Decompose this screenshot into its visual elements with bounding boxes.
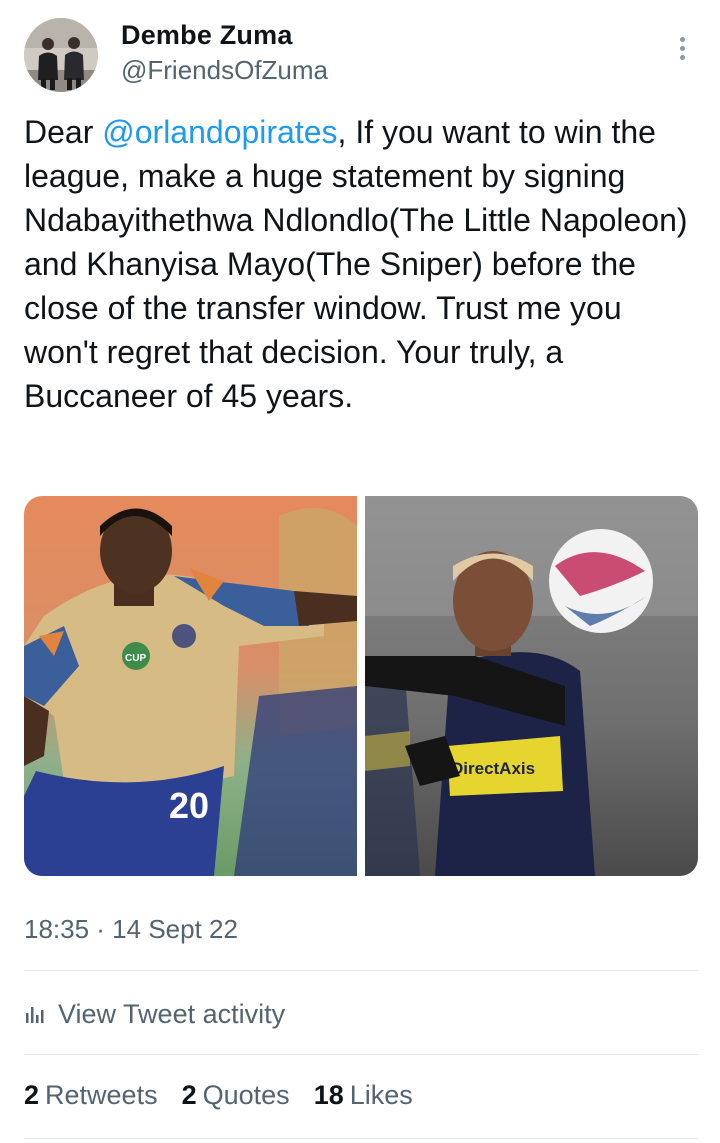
retweets-count: 2: [24, 1080, 40, 1110]
dot: [679, 36, 685, 42]
tweet-body: , If you want to win the league, make a …: [24, 114, 688, 414]
tweet-greeting: Dear: [24, 114, 103, 150]
mention-link[interactable]: @orlandopirates: [102, 114, 337, 150]
more-options-icon[interactable]: [666, 32, 698, 64]
tweet-text: Dear @orlandopirates, If you want to win…: [24, 110, 704, 418]
profile-photo-icon: [24, 18, 98, 92]
likes-label: Likes: [349, 1080, 413, 1110]
bar-chart-icon: [26, 1007, 44, 1023]
quotes-label: Quotes: [202, 1080, 290, 1110]
tweet-timestamp[interactable]: 18:35 · 14 Sept 22: [24, 914, 238, 945]
badge-text: CUP: [125, 653, 146, 664]
photo-1[interactable]: 20 CUP: [24, 496, 357, 876]
divider: [24, 1054, 698, 1055]
engagement-stats: 2 Retweets 2 Quotes 18 Likes: [24, 1080, 413, 1111]
author-handle[interactable]: @FriendsOfZuma: [121, 55, 328, 86]
dot: [679, 45, 685, 51]
divider: [24, 970, 698, 971]
media-grid: 20 CUP DirectAxis: [24, 496, 698, 876]
activity-label: View Tweet activity: [58, 998, 286, 1029]
retweets-label: Retweets: [45, 1080, 158, 1110]
avatar[interactable]: [24, 18, 98, 92]
quotes-stat[interactable]: 2 Quotes: [182, 1080, 290, 1111]
footballer-photo-navy-kit-icon: DirectAxis: [365, 496, 698, 876]
likes-count: 18: [313, 1080, 344, 1110]
footballer-photo-gold-kit-icon: 20 CUP: [24, 496, 357, 876]
dot: [679, 54, 685, 60]
likes-stat[interactable]: 18 Likes: [314, 1080, 413, 1111]
sponsor-text: DirectAxis: [451, 759, 535, 778]
photo-2[interactable]: DirectAxis: [365, 496, 698, 876]
divider: [24, 1138, 698, 1139]
retweets-stat[interactable]: 2 Retweets: [24, 1080, 158, 1111]
quotes-count: 2: [181, 1080, 197, 1110]
view-tweet-activity-button[interactable]: View Tweet activity: [24, 996, 285, 1032]
jersey-number: 20: [169, 785, 209, 826]
author-name[interactable]: Dembe Zuma: [121, 20, 293, 51]
